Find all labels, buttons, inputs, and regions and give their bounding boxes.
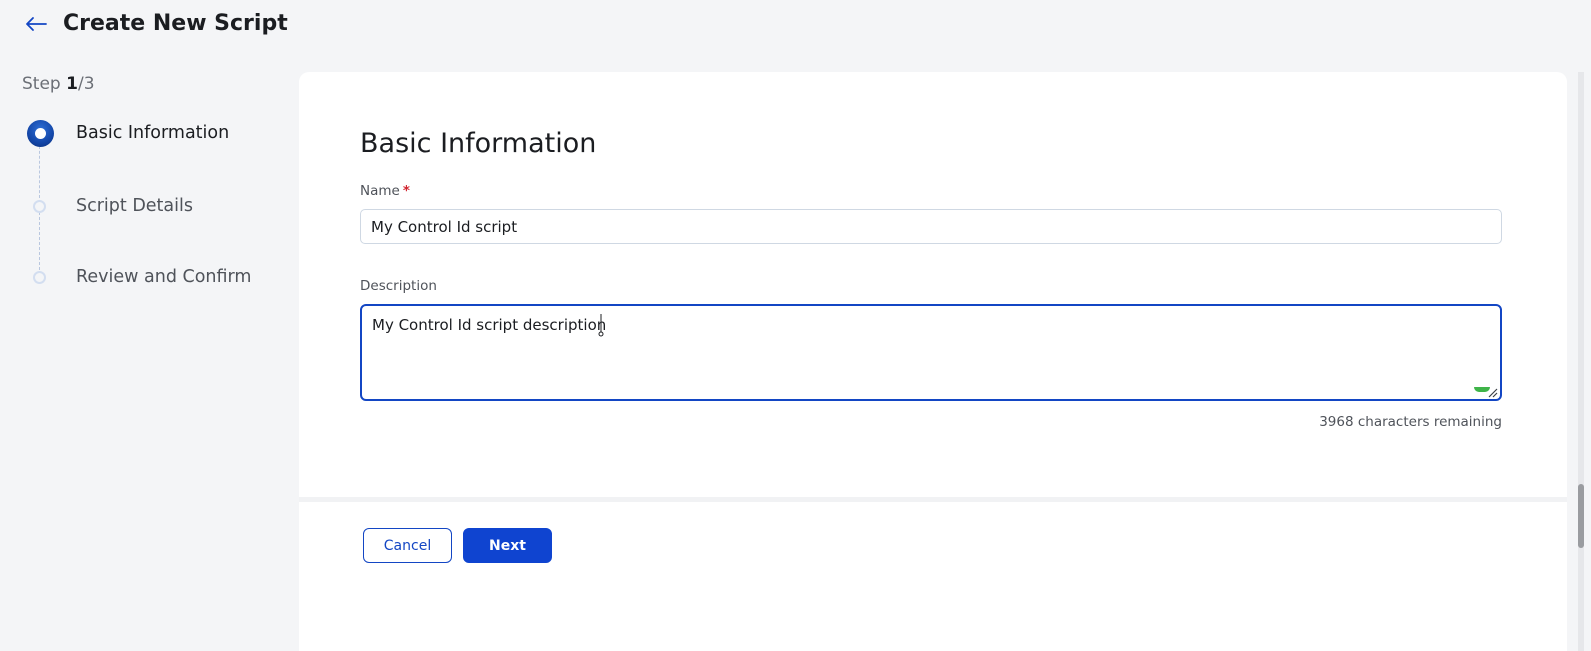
- step-script-details[interactable]: Script Details: [0, 186, 290, 226]
- name-label: Name *: [360, 182, 410, 200]
- step-review-and-confirm[interactable]: Review and Confirm: [0, 257, 290, 297]
- name-input[interactable]: [360, 209, 1502, 244]
- back-button[interactable]: [22, 10, 50, 38]
- form-title: Basic Information: [360, 128, 597, 159]
- required-marker: *: [402, 183, 410, 199]
- step-counter: Step 1/3: [22, 72, 95, 96]
- step-basic-information[interactable]: Basic Information: [0, 113, 290, 153]
- step-prefix: Step: [22, 74, 67, 94]
- step-label: Script Details: [76, 196, 193, 216]
- scrollbar-thumb[interactable]: [1578, 484, 1584, 548]
- description-textarea[interactable]: My Control Id script description: [360, 304, 1502, 401]
- step-pending-indicator: [33, 270, 46, 284]
- scrollbar-track[interactable]: [1578, 72, 1584, 651]
- arrow-left-icon: [26, 17, 47, 31]
- step-pending-indicator: [33, 199, 46, 213]
- card-divider: [299, 497, 1567, 502]
- name-label-text: Name: [360, 183, 400, 199]
- text-cursor-icon: [598, 314, 604, 337]
- page-title: Create New Script: [63, 11, 288, 36]
- current-step: 1: [66, 74, 78, 94]
- total-steps: /3: [77, 74, 95, 94]
- step-label: Basic Information: [76, 123, 230, 143]
- top-bar: Create New Script: [0, 0, 1591, 52]
- characters-remaining: 3968 characters remaining: [1319, 414, 1502, 430]
- resize-handle-icon[interactable]: [1486, 386, 1498, 398]
- cancel-button[interactable]: Cancel: [363, 528, 452, 563]
- step-active-indicator: [27, 119, 54, 147]
- next-button[interactable]: Next: [463, 528, 552, 563]
- step-label: Review and Confirm: [76, 267, 252, 287]
- description-label: Description: [360, 278, 437, 294]
